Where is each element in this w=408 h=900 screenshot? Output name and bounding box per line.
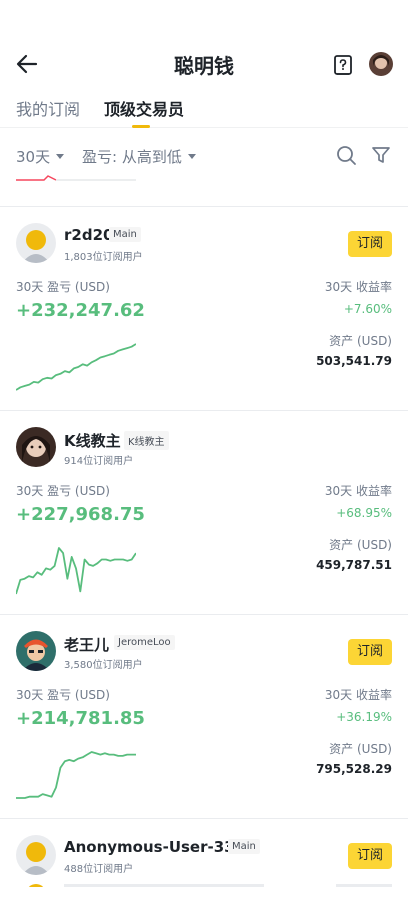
period-label: 30天 xyxy=(16,148,51,166)
sparkline-remnant xyxy=(16,175,136,181)
subscriber-count: 914位订阅用户 xyxy=(64,456,134,467)
aum-value: 795,528.29 xyxy=(316,762,392,776)
aum-value: 459,787.51 xyxy=(316,558,392,572)
trader-tag: K线教主 xyxy=(124,431,169,450)
aum-label: 资产 (USD) xyxy=(329,742,392,756)
sort-label: 盈亏: 从高到低 xyxy=(82,148,182,166)
help-button[interactable] xyxy=(332,54,354,76)
subscriber-count: 3,580位订阅用户 xyxy=(64,660,143,671)
pnl-label: 30天 盈亏 (USD) xyxy=(16,280,110,294)
sparkline-path xyxy=(16,343,136,391)
search-button[interactable] xyxy=(335,144,357,166)
caret-down-icon xyxy=(56,154,65,159)
sparkline-path xyxy=(16,547,136,595)
overlapping-row-remnant xyxy=(28,884,392,887)
sort-dropdown[interactable]: 盈亏: 从高到低 xyxy=(82,146,196,167)
filter-bar: 30天 盈亏: 从高到低 xyxy=(0,138,408,172)
sparkline-path xyxy=(16,751,136,799)
trader-avatar[interactable] xyxy=(16,223,56,263)
subscribe-button[interactable]: 订阅 xyxy=(348,639,392,665)
pnl-label: 30天 盈亏 (USD) xyxy=(16,484,110,498)
caret-down-icon xyxy=(187,154,196,159)
trader-card[interactable]: Anonymous-User-333x Main 488位订阅用户 订阅 xyxy=(0,819,408,900)
aum-value: 503,541.79 xyxy=(316,354,392,368)
trader-tag: Main xyxy=(109,227,141,242)
subscriber-count: 488位订阅用户 xyxy=(64,864,134,875)
trader-name: r2d20 xyxy=(64,226,114,244)
pnl-sparkline xyxy=(16,547,136,595)
trader-tag: JeromeLoo xyxy=(114,635,175,650)
roi-label: 30天 收益率 xyxy=(324,484,392,498)
subscribe-button[interactable]: 订阅 xyxy=(348,843,392,869)
trader-tag: Main xyxy=(228,839,260,854)
active-tab-indicator xyxy=(132,125,150,128)
trader-name: Anonymous-User-333x xyxy=(64,838,255,856)
app-header: 聪明钱 xyxy=(0,40,408,88)
cartoon-avatar-icon xyxy=(16,631,56,671)
trader-name: K线教主 xyxy=(64,432,121,450)
pnl-label: 30天 盈亏 (USD) xyxy=(16,688,110,702)
pnl-value: +214,781.85 xyxy=(16,708,145,729)
scrolled-card-remnant xyxy=(16,172,392,192)
subscriber-count: 1,803位订阅用户 xyxy=(64,252,143,263)
roi-label: 30天 收益率 xyxy=(324,688,392,702)
funnel-icon xyxy=(372,147,390,163)
aum-label: 资产 (USD) xyxy=(329,334,392,348)
trader-avatar[interactable] xyxy=(16,631,56,671)
default-avatar-icon xyxy=(16,835,56,875)
tab-bar: 我的订阅 顶级交易员 xyxy=(0,96,408,128)
pnl-sparkline xyxy=(16,751,136,799)
user-photo-icon xyxy=(369,52,393,76)
trader-name: 老王儿 xyxy=(64,636,110,654)
search-icon xyxy=(337,146,356,165)
roi-value: +36.19% xyxy=(336,710,392,724)
subscribe-button[interactable]: 订阅 xyxy=(348,231,392,257)
trader-card[interactable]: r2d20 Main 1,803位订阅用户 订阅 30天 盈亏 (USD) +2… xyxy=(0,207,408,411)
trader-card[interactable]: 老王儿 JeromeLoo 3,580位订阅用户 订阅 30天 盈亏 (USD)… xyxy=(0,615,408,819)
user-photo-icon xyxy=(16,427,56,467)
pnl-value: +232,247.62 xyxy=(16,300,145,321)
tab-top-traders[interactable]: 顶级交易员 xyxy=(104,96,184,120)
trader-avatar[interactable] xyxy=(16,835,56,875)
aum-label: 资产 (USD) xyxy=(329,538,392,552)
roi-label: 30天 收益率 xyxy=(324,280,392,294)
pnl-value: +227,968.75 xyxy=(16,504,145,525)
tab-my-subscriptions[interactable]: 我的订阅 xyxy=(16,96,80,120)
question-book-icon xyxy=(334,55,352,75)
filter-button[interactable] xyxy=(371,144,391,166)
roi-value: +68.95% xyxy=(336,506,392,520)
roi-value: +7.60% xyxy=(343,302,392,316)
profile-avatar[interactable] xyxy=(369,52,393,76)
pnl-sparkline xyxy=(16,343,136,391)
trader-avatar[interactable] xyxy=(16,427,56,467)
default-avatar-icon xyxy=(16,223,56,263)
period-dropdown[interactable]: 30天 xyxy=(16,146,65,167)
trader-card[interactable]: K线教主 K线教主 914位订阅用户 30天 盈亏 (USD) +227,968… xyxy=(0,411,408,615)
next-item-peek xyxy=(16,875,392,887)
